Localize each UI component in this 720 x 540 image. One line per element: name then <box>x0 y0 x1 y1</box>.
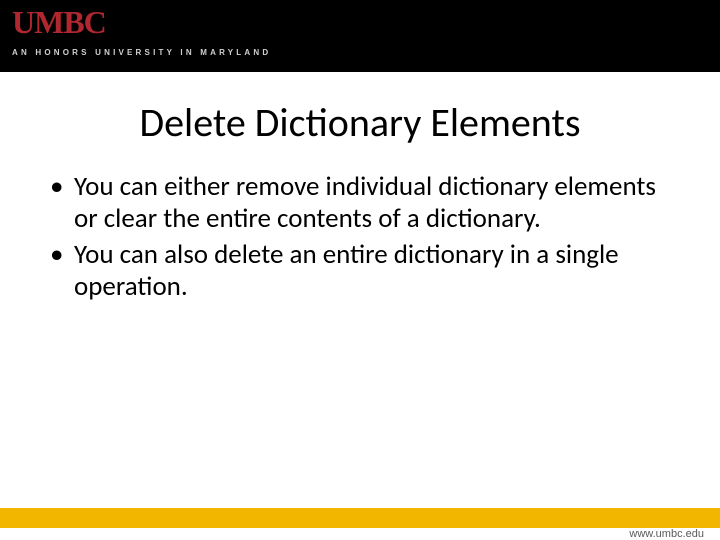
bullet-list: You can either remove individual diction… <box>48 171 672 302</box>
slide: UMBC AN HONORS UNIVERSITY IN MARYLAND De… <box>0 0 720 540</box>
footer-url: www.umbc.edu <box>629 528 704 540</box>
header-band: UMBC AN HONORS UNIVERSITY IN MARYLAND <box>0 0 720 72</box>
slide-body: You can either remove individual diction… <box>48 171 672 302</box>
slide-title: Delete Dictionary Elements <box>0 98 720 147</box>
logo-tagline: AN HONORS UNIVERSITY IN MARYLAND <box>12 48 271 57</box>
list-item: You can also delete an entire dictionary… <box>48 239 672 303</box>
logo-wordmark: UMBC <box>12 6 271 38</box>
footer-accent-bar <box>0 508 720 528</box>
list-item: You can either remove individual diction… <box>48 171 672 235</box>
footer: www.umbc.edu <box>0 508 720 540</box>
logo: UMBC AN HONORS UNIVERSITY IN MARYLAND <box>12 6 271 57</box>
